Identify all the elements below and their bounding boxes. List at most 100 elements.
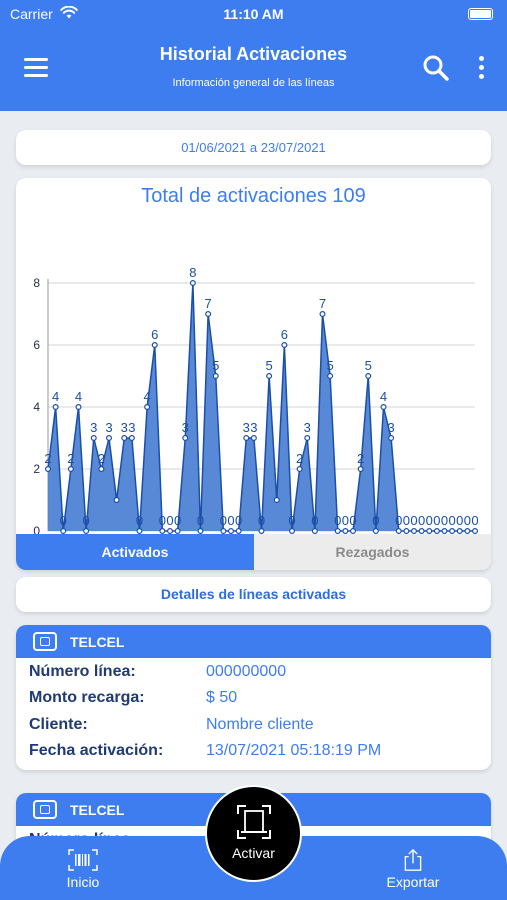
field-value: 000000000 <box>206 663 287 680</box>
data-point <box>441 528 448 534</box>
data-point <box>136 528 143 534</box>
field-value: Nombre cliente <box>206 716 314 733</box>
status-bar: Carrier 11:10 AM <box>0 5 507 26</box>
sim-card-icon <box>33 800 57 819</box>
data-point <box>45 466 52 473</box>
data-point <box>105 435 112 442</box>
data-label: 2 <box>44 451 51 466</box>
chart-tabs: Activados Rezagados <box>16 534 491 570</box>
data-label: 0 <box>441 513 448 528</box>
data-point <box>197 528 204 534</box>
data-label: 0 <box>426 513 433 528</box>
nav-inicio-label: Inicio <box>66 874 100 890</box>
app-header: Carrier 11:10 AM Historial Activaciones … <box>0 0 507 111</box>
data-point <box>372 528 379 534</box>
more-vertical-icon[interactable] <box>476 56 486 80</box>
data-point <box>128 435 135 442</box>
activate-button[interactable]: Activar <box>205 785 302 882</box>
data-point <box>167 528 173 534</box>
data-label: 6 <box>281 327 288 342</box>
data-label: 0 <box>174 513 181 528</box>
data-label: 4 <box>380 389 387 404</box>
data-label: 2 <box>67 451 74 466</box>
data-point <box>60 528 67 534</box>
activate-label: Activar <box>232 845 275 861</box>
data-label: 0 <box>220 513 227 528</box>
data-label: 0 <box>471 513 478 528</box>
data-point <box>266 373 273 380</box>
data-label: 0 <box>410 513 417 528</box>
y-tick-label: 8 <box>33 276 40 290</box>
data-point <box>319 311 326 318</box>
data-point <box>90 435 97 442</box>
data-point <box>121 435 128 442</box>
data-label: 3 <box>304 420 311 435</box>
data-point <box>159 528 166 534</box>
hamburger-icon[interactable] <box>24 58 48 77</box>
tab-activados[interactable]: Activados <box>16 534 254 570</box>
data-label: 4 <box>52 389 59 404</box>
data-label: 0 <box>395 513 402 528</box>
data-point <box>228 528 234 534</box>
field-value: $ 50 <box>206 689 238 706</box>
data-label: 0 <box>227 513 234 528</box>
data-point <box>212 373 219 380</box>
data-point <box>433 528 440 534</box>
date-range-selector[interactable]: 01/06/2021 a 23/07/2021 <box>16 130 491 165</box>
data-label: 4 <box>75 389 82 404</box>
data-label: 5 <box>327 358 334 373</box>
data-label: 5 <box>365 358 372 373</box>
data-label: 0 <box>235 513 242 528</box>
data-point <box>174 528 181 534</box>
data-point <box>75 404 82 411</box>
data-point <box>151 342 158 349</box>
data-label: 0 <box>83 513 90 528</box>
data-point <box>67 466 74 473</box>
data-point <box>456 528 463 534</box>
data-label: 7 <box>319 296 326 311</box>
line-card-header: TELCEL <box>16 625 491 658</box>
page-subtitle: Información general de las líneas <box>172 77 335 89</box>
data-point <box>296 466 303 473</box>
data-point <box>327 373 334 380</box>
y-tick-label: 6 <box>33 338 40 352</box>
line-card[interactable]: TELCEL Número línea: 000000000 Monto rec… <box>16 625 491 770</box>
data-point <box>83 528 90 534</box>
nav-inicio[interactable]: Inicio <box>43 836 123 890</box>
data-label: 7 <box>205 296 212 311</box>
data-point <box>205 311 212 318</box>
data-point <box>350 528 356 534</box>
tab-rezagados[interactable]: Rezagados <box>254 534 491 570</box>
data-point <box>472 528 478 534</box>
details-button[interactable]: Detalles de líneas activadas <box>16 577 491 612</box>
data-label: 0 <box>136 513 143 528</box>
data-point <box>243 435 250 442</box>
activations-chart: 02468240240323 3 30460 0 0380750 0 03 305602307… <box>33 265 478 534</box>
y-tick-label: 0 <box>33 524 40 534</box>
data-label: 2 <box>357 451 364 466</box>
data-point <box>250 435 257 442</box>
data-label: 0 <box>288 513 295 528</box>
data-label: 8 <box>189 265 196 280</box>
data-point <box>342 528 349 534</box>
data-label: 5 <box>266 358 273 373</box>
nav-exportar[interactable]: Exportar <box>373 836 453 890</box>
y-tick-label: 4 <box>33 400 40 414</box>
y-tick-label: 2 <box>33 462 40 476</box>
data-label: 3 <box>250 420 257 435</box>
data-label: 0 <box>433 513 440 528</box>
data-point <box>144 404 151 411</box>
share-icon <box>404 849 422 871</box>
data-label: 0 <box>311 513 318 528</box>
data-label: 3 <box>182 420 189 435</box>
data-point <box>311 528 318 534</box>
data-point <box>334 528 341 534</box>
data-point <box>380 404 387 411</box>
data-point <box>273 497 280 504</box>
search-icon[interactable] <box>422 54 450 82</box>
data-label: 0 <box>449 513 456 528</box>
data-point <box>388 435 395 442</box>
data-label: 0 <box>258 513 265 528</box>
data-point <box>418 528 425 534</box>
data-point <box>357 466 364 473</box>
